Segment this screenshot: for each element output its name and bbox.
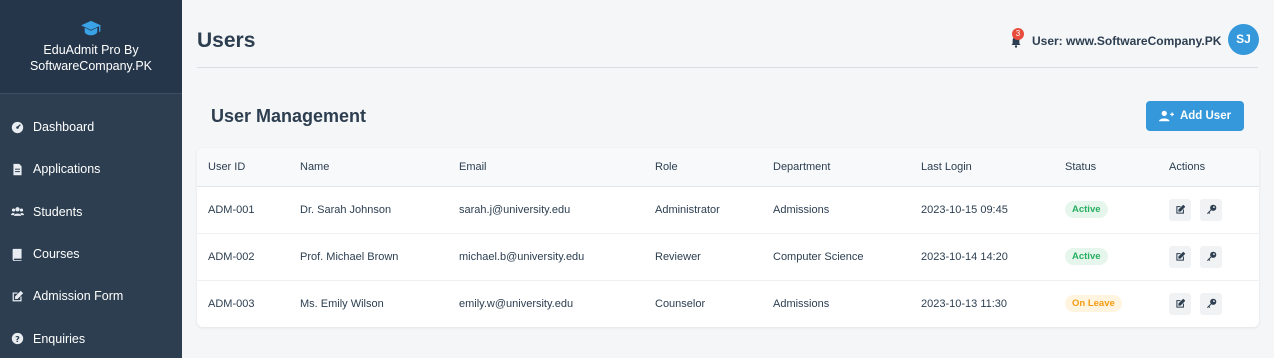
table-row: ADM-003 Ms. Emily Wilson emily.w@univers… [197,280,1259,327]
column-header-status[interactable]: Status [1054,148,1158,187]
notifications[interactable]: 3 [1009,28,1024,48]
edit-icon [1175,204,1185,214]
sidebar-item-label: Dashboard [33,120,95,135]
cell-actions [1158,280,1259,327]
cell-status: Active [1054,186,1158,233]
add-user-label: Add User [1179,110,1232,122]
brand-line-2: SoftwareCompany.PK [29,59,153,73]
status-badge: Active [1065,201,1108,218]
users-table-card: User ID Name Email Role Department Last … [197,148,1259,327]
sidebar-item-courses[interactable]: Courses [0,233,182,275]
notification-badge: 3 [1012,28,1024,40]
edit-icon [1175,251,1185,261]
edit-button[interactable] [1169,198,1191,221]
sidebar-item-label: Enquiries [33,331,86,346]
book-icon [10,247,24,261]
cell-email: sarah.j@university.edu [459,203,571,216]
cell-name: Dr. Sarah Johnson [300,203,392,216]
reset-password-button[interactable] [1200,292,1223,315]
cell-last-login: 2023-10-13 11:30 [921,297,1008,310]
key-icon [1206,251,1216,261]
cell-user-id: ADM-003 [208,297,255,310]
user-label: User: www.SoftwareCompany.PK [1032,34,1222,48]
cell-department: Admissions [773,297,830,310]
users-icon [10,205,24,219]
cell-department: Admissions [773,203,830,216]
status-badge: Active [1065,248,1108,265]
key-icon [1206,298,1216,309]
table-row: ADM-002 Prof. Michael Brown michael.b@un… [197,233,1259,280]
cell-department: Computer Science [773,250,864,263]
reset-password-button[interactable] [1200,245,1223,268]
table-header-row: User ID Name Email Role Department Last … [197,148,1259,187]
cell-name: Prof. Michael Brown [300,250,399,263]
cell-user-id: ADM-001 [208,203,255,216]
cell-last-login: 2023-10-14 14:20 [921,250,1008,263]
cell-status: Active [1054,233,1158,280]
cell-actions [1158,186,1259,233]
column-header-department[interactable]: Department [762,148,910,187]
status-badge: On Leave [1065,295,1122,313]
sidebar-item-students[interactable]: Students [0,191,182,233]
sidebar-item-dashboard[interactable]: Dashboard [0,106,182,148]
users-table: User ID Name Email Role Department Last … [197,148,1259,327]
add-user-button[interactable]: Add User [1146,101,1244,131]
cell-user-id: ADM-002 [208,250,255,263]
sidebar-item-label: Courses [33,247,80,262]
page-title: Users [197,29,256,52]
header-divider [197,67,1258,68]
cell-name: Ms. Emily Wilson [300,297,384,310]
column-header-user-id[interactable]: User ID [197,148,289,187]
section-title: User Management [211,106,367,126]
table-row: ADM-001 Dr. Sarah Johnson sarah.j@univer… [197,186,1259,233]
sidebar-item-label: Students [33,204,83,219]
reset-password-button[interactable] [1200,198,1223,221]
user-plus-icon [1158,110,1174,122]
sidebar-item-enquiries[interactable]: ? Enquiries [0,317,182,358]
graduation-cap-icon [81,20,101,36]
cell-actions [1158,233,1259,280]
cell-last-login: 2023-10-15 09:45 [921,203,1008,216]
column-header-last-login[interactable]: Last Login [910,148,1054,187]
file-icon [10,162,24,176]
svg-text:?: ? [15,334,20,344]
edit-icon [1175,298,1185,308]
cell-role: Counselor [655,297,706,310]
cell-status: On Leave [1054,280,1158,327]
key-icon [1206,204,1216,214]
brand: EduAdmit Pro By SoftwareCompany.PK [0,0,182,94]
column-header-actions: Actions [1158,148,1259,187]
dashboard-icon [10,120,24,134]
sidebar-item-applications[interactable]: Applications [0,148,182,190]
cell-role: Reviewer [655,250,701,263]
cell-role: Administrator [655,203,720,216]
sidebar-nav: Dashboard Applications Students Courses … [0,94,182,358]
cell-email: michael.b@university.edu [459,250,585,263]
brand-line-1: EduAdmit Pro By [43,43,139,57]
avatar[interactable]: SJ [1228,24,1259,55]
column-header-role[interactable]: Role [644,148,762,187]
edit-button[interactable] [1169,245,1191,268]
sidebar-item-label: Applications [33,162,101,177]
cell-email: emily.w@university.edu [459,297,574,310]
sidebar: EduAdmit Pro By SoftwareCompany.PK Dashb… [0,0,182,358]
edit-button[interactable] [1169,292,1191,315]
sidebar-item-admission-form[interactable]: Admission Form [0,275,182,317]
edit-icon [10,289,24,303]
column-header-name[interactable]: Name [289,148,448,187]
sidebar-item-label: Admission Form [33,289,124,304]
column-header-email[interactable]: Email [448,148,644,187]
question-icon: ? [10,332,24,346]
